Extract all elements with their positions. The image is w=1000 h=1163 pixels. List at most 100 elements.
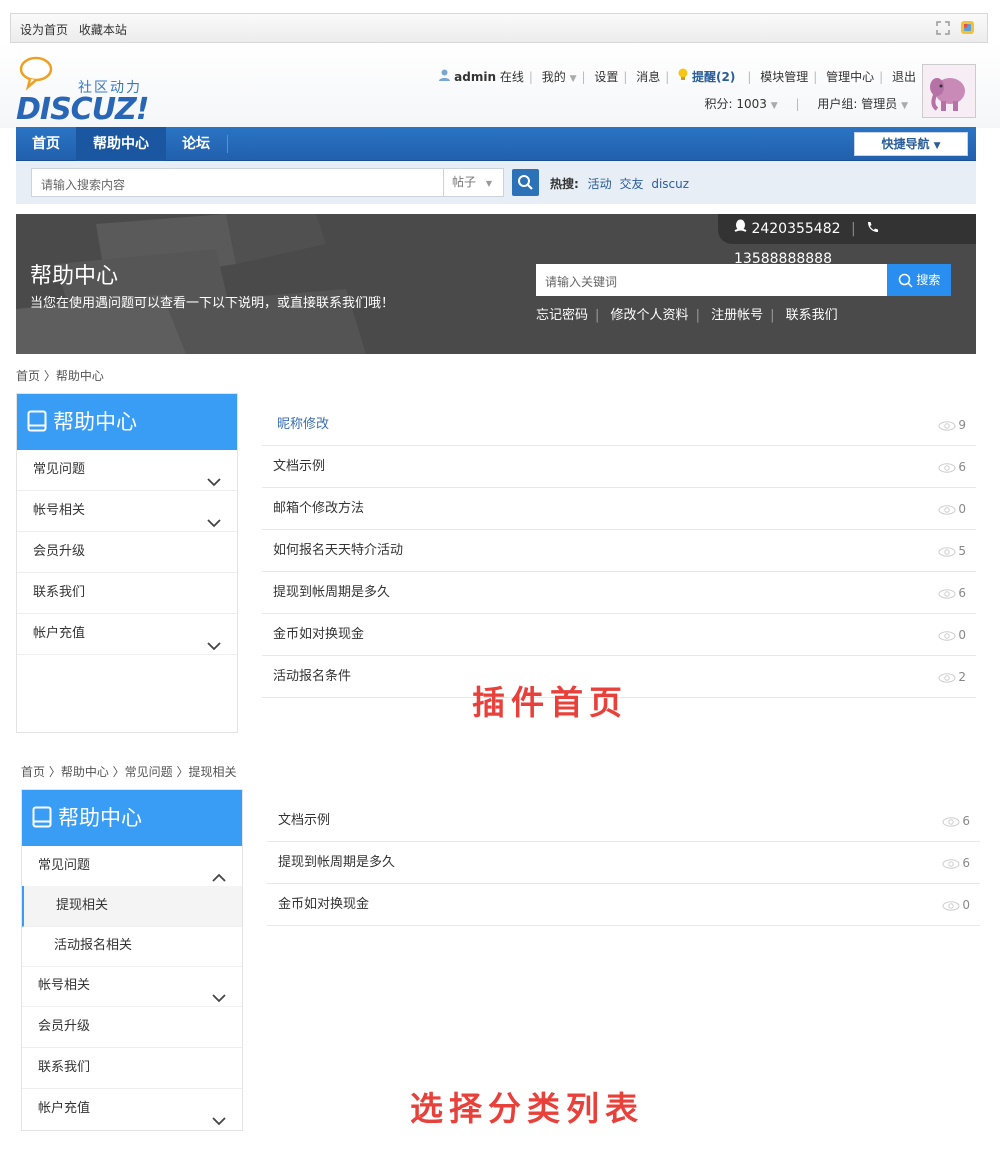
hot-link[interactable]: 活动	[588, 177, 612, 191]
eye-icon	[942, 900, 960, 911]
sidebar-item-upgrade[interactable]: 会员升级	[22, 1007, 242, 1048]
sidebar-item-contact[interactable]: 联系我们	[17, 573, 237, 614]
bulb-icon	[678, 68, 688, 84]
eye-icon	[942, 858, 960, 869]
sidebar-item-recharge[interactable]: 帐户充值	[17, 614, 237, 655]
nav-home[interactable]: 首页	[16, 127, 76, 161]
caret-down-icon: ▼	[770, 101, 778, 111]
search-type-select[interactable]: 帖子 ▼	[443, 169, 503, 196]
sidebar-item-account[interactable]: 帐号相关	[17, 491, 237, 532]
user-bar: admin 在线 | 我的 ▼ | 设置 | 消息 | 提醒(2) | 模块管理 | 管理中…	[439, 68, 916, 85]
eye-icon	[938, 546, 956, 557]
eye-icon	[942, 816, 960, 827]
contact-info: 2420355482 | 13588888888	[718, 214, 976, 267]
logout-link[interactable]: 退出	[892, 70, 916, 84]
eye-icon	[938, 462, 956, 473]
caption-plugin-home: 插件首页	[472, 683, 628, 722]
list-item[interactable]: 提现到帐周期是多久 6	[262, 572, 976, 614]
list-item[interactable]: 文档示例 6	[262, 446, 976, 488]
fullscreen-icon[interactable]	[936, 21, 950, 38]
book-icon	[32, 806, 52, 828]
search-icon	[898, 273, 913, 288]
edit-profile-link[interactable]: 修改个人资料	[611, 308, 689, 323]
sidebar-item-faq[interactable]: 常见问题	[22, 846, 242, 887]
eye-icon	[938, 672, 956, 683]
help-search-placeholder: 请输入关键词	[545, 275, 618, 289]
list-item[interactable]: 邮箱个修改方法 0	[262, 488, 976, 530]
help-sidebar: 帮助中心 常见问题 提现相关 活动报名相关 帐号相关 会员升级 联系我们 帐户充…	[21, 789, 243, 1131]
phone-icon	[866, 221, 879, 237]
sidebar-item-recharge[interactable]: 帐户充值	[22, 1089, 242, 1130]
admin-center-link[interactable]: 管理中心	[826, 70, 874, 84]
caret-down-icon: ▼	[485, 179, 492, 188]
settings-link[interactable]: 设置	[594, 70, 618, 84]
sidebar-item-upgrade[interactable]: 会员升级	[17, 532, 237, 573]
user-icon	[439, 69, 451, 84]
sidebar-item-faq[interactable]: 常见问题	[17, 450, 237, 491]
sidebar-item-account[interactable]: 帐号相关	[22, 966, 242, 1007]
style-switch-icon[interactable]	[960, 20, 975, 38]
list-item[interactable]: 金币如对换现金 0	[267, 884, 980, 926]
help-search-button[interactable]: 搜索	[887, 264, 951, 296]
sidebar-subitem-activity[interactable]: 活动报名相关	[22, 926, 242, 967]
nav-forum[interactable]: 论坛	[166, 127, 226, 161]
qq-icon	[734, 219, 747, 237]
main-nav: 首页 帮助中心 论坛 快捷导航 ▼	[16, 127, 976, 161]
search-input[interactable]: 请输入搜索内容 帖子 ▼	[31, 168, 504, 197]
search-placeholder: 请输入搜索内容	[41, 178, 126, 192]
eye-icon	[938, 588, 956, 599]
search-bar: 请输入搜索内容 帖子 ▼ 热搜: 活动 交友 discuz	[16, 161, 976, 204]
breadcrumb[interactable]: 首页 〉帮助中心	[16, 367, 104, 384]
qq-number: 2420355482	[751, 221, 841, 237]
messages-link[interactable]: 消息	[636, 70, 660, 84]
top-bar: 设为首页 收藏本站	[10, 13, 988, 43]
search-button[interactable]	[512, 169, 539, 196]
site-header: 社区动力 DISCUZ! admin 在线 | 我的 ▼ | 设置 | 消息 | 提醒(…	[0, 44, 1000, 128]
user-stats: 积分: 1003 ▼ | 用户组: 管理员 ▼	[704, 97, 908, 111]
search-icon	[518, 175, 533, 190]
username[interactable]: admin	[454, 70, 496, 84]
site-logo[interactable]: 社区动力 DISCUZ!	[16, 54, 151, 127]
banner-links: 忘记密码 | 修改个人资料 | 注册帐号 | 联系我们	[536, 308, 838, 323]
contact-us-link[interactable]: 联系我们	[786, 308, 838, 323]
help-banner: 2420355482 | 13588888888 帮助中心 当您在使用遇问题可以…	[16, 214, 976, 354]
eye-icon	[938, 630, 956, 641]
list-item[interactable]: 文档示例 6	[267, 800, 980, 842]
caret-down-icon: ▼	[933, 141, 941, 151]
sidebar-title: 帮助中心	[22, 790, 242, 846]
points-menu[interactable]: 积分: 1003 ▼	[705, 97, 778, 111]
forgot-password-link[interactable]: 忘记密码	[536, 308, 588, 323]
avatar[interactable]	[922, 64, 976, 118]
module-admin-link[interactable]: 模块管理	[760, 70, 808, 84]
hot-link[interactable]: 交友	[619, 177, 643, 191]
online-status: 在线	[499, 70, 524, 84]
breadcrumb[interactable]: 首页 〉帮助中心 〉常见问题 〉提现相关	[21, 763, 236, 780]
help-sidebar: 帮助中心 常见问题 帐号相关 会员升级 联系我们 帐户充值	[16, 393, 238, 733]
list-item[interactable]: 如何报名天天特介活动 5	[262, 530, 976, 572]
list-item[interactable]: 昵称修改 9	[262, 404, 976, 446]
hot-search: 热搜: 活动 交友 discuz	[550, 177, 690, 191]
sidebar-title: 帮助中心	[17, 394, 237, 450]
list-item[interactable]: 提现到帐周期是多久 6	[267, 842, 980, 884]
banner-subtitle: 当您在使用遇问题可以查看一下以下说明，或直接联系我们哦！	[30, 296, 395, 311]
remind-link[interactable]: 提醒(2)	[692, 70, 735, 84]
logo-text: DISCUZ!	[16, 92, 149, 127]
book-icon	[27, 410, 47, 432]
banner-title: 帮助中心	[30, 264, 119, 289]
help-search-input[interactable]: 请输入关键词 搜索	[536, 264, 951, 296]
quick-nav-button[interactable]: 快捷导航 ▼	[854, 132, 968, 156]
chevron-down-icon	[212, 1103, 226, 1143]
usergroup-menu[interactable]: 用户组: 管理员 ▼	[817, 97, 908, 111]
bookmark-link[interactable]: 收藏本站	[79, 23, 127, 37]
set-home-link[interactable]: 设为首页	[20, 23, 68, 37]
caret-down-icon: ▼	[901, 101, 908, 111]
register-link[interactable]: 注册帐号	[711, 308, 763, 323]
nav-help-center[interactable]: 帮助中心	[76, 127, 166, 161]
sidebar-subitem-withdraw[interactable]: 提现相关	[22, 886, 242, 927]
sidebar-item-contact[interactable]: 联系我们	[22, 1048, 242, 1089]
eye-icon	[938, 504, 956, 515]
my-menu[interactable]: 我的 ▼	[542, 70, 577, 84]
chevron-down-icon	[207, 628, 221, 668]
hot-link[interactable]: discuz	[651, 177, 689, 191]
list-item[interactable]: 金币如对换现金 0	[262, 614, 976, 656]
